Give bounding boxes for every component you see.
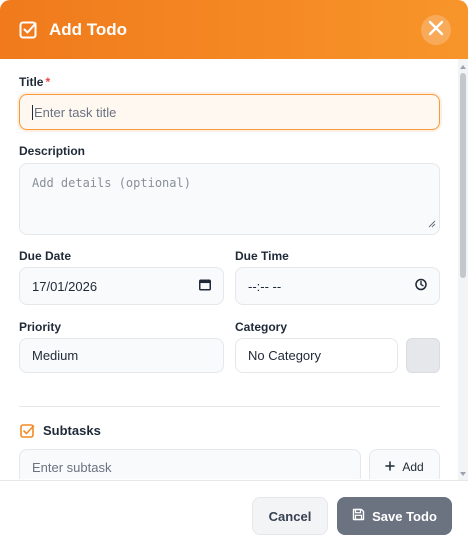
save-todo-label: Save Todo [372,508,437,524]
modal-title: Add Todo [49,20,128,39]
save-todo-button[interactable]: Save Todo [337,497,452,535]
due-time-value: --:-- -- [248,278,282,294]
checkbox-icon [20,423,35,438]
scroll-down-arrow-icon[interactable] [460,472,466,476]
cancel-button[interactable]: Cancel [252,497,328,535]
due-time-input[interactable]: --:-- -- [235,267,440,305]
text-caret [32,104,33,120]
description-textarea[interactable]: Add details (optional) [19,163,440,235]
due-time-label: Due Time [235,249,289,263]
plus-icon [385,460,396,474]
required-mark: * [45,75,51,89]
save-icon [352,508,365,524]
subtask-input[interactable]: Enter subtask [19,449,361,479]
cancel-label: Cancel [268,508,312,524]
title-placeholder: Enter task title [34,104,117,120]
clock-icon[interactable] [415,278,427,294]
add-subtask-button[interactable]: Add [369,449,440,479]
subtask-placeholder: Enter subtask [32,459,112,475]
priority-value: Medium [32,348,79,363]
category-value: No Category [248,348,321,363]
add-subtask-label: Add [402,460,424,474]
checkbox-edit-icon [19,20,38,39]
modal-footer: Cancel Save Todo [0,480,468,550]
calendar-icon[interactable] [199,279,211,294]
title-input[interactable]: Enter task title [19,94,440,130]
modal-header: Add Todo [0,0,468,59]
form-body: Title * Enter task title Description Add … [0,59,458,479]
category-color-swatch[interactable] [406,338,440,373]
category-select[interactable]: No Category [235,338,398,373]
scrollbar[interactable] [458,59,468,480]
description-placeholder: Add details (optional) [32,176,191,190]
title-label-text: Title [19,75,44,89]
category-label: Category [235,320,288,334]
title-label: Title * [19,75,50,89]
due-date-label: Due Date [19,249,72,263]
due-date-input[interactable]: 17/01/2026 [19,267,224,305]
add-todo-modal: Add Todo Title * Enter task title Descrip… [0,0,468,550]
priority-select[interactable]: Medium [19,338,224,373]
close-icon [428,20,444,41]
resize-handle-icon[interactable] [428,216,436,231]
subtasks-heading: Subtasks [43,423,101,438]
priority-label: Priority [19,320,62,334]
due-date-value: 17/01/2026 [32,278,98,294]
scroll-up-arrow-icon[interactable] [460,65,466,69]
description-label: Description [19,144,86,158]
section-divider [19,406,440,407]
scroll-thumb[interactable] [460,73,466,278]
close-button[interactable] [421,15,451,45]
